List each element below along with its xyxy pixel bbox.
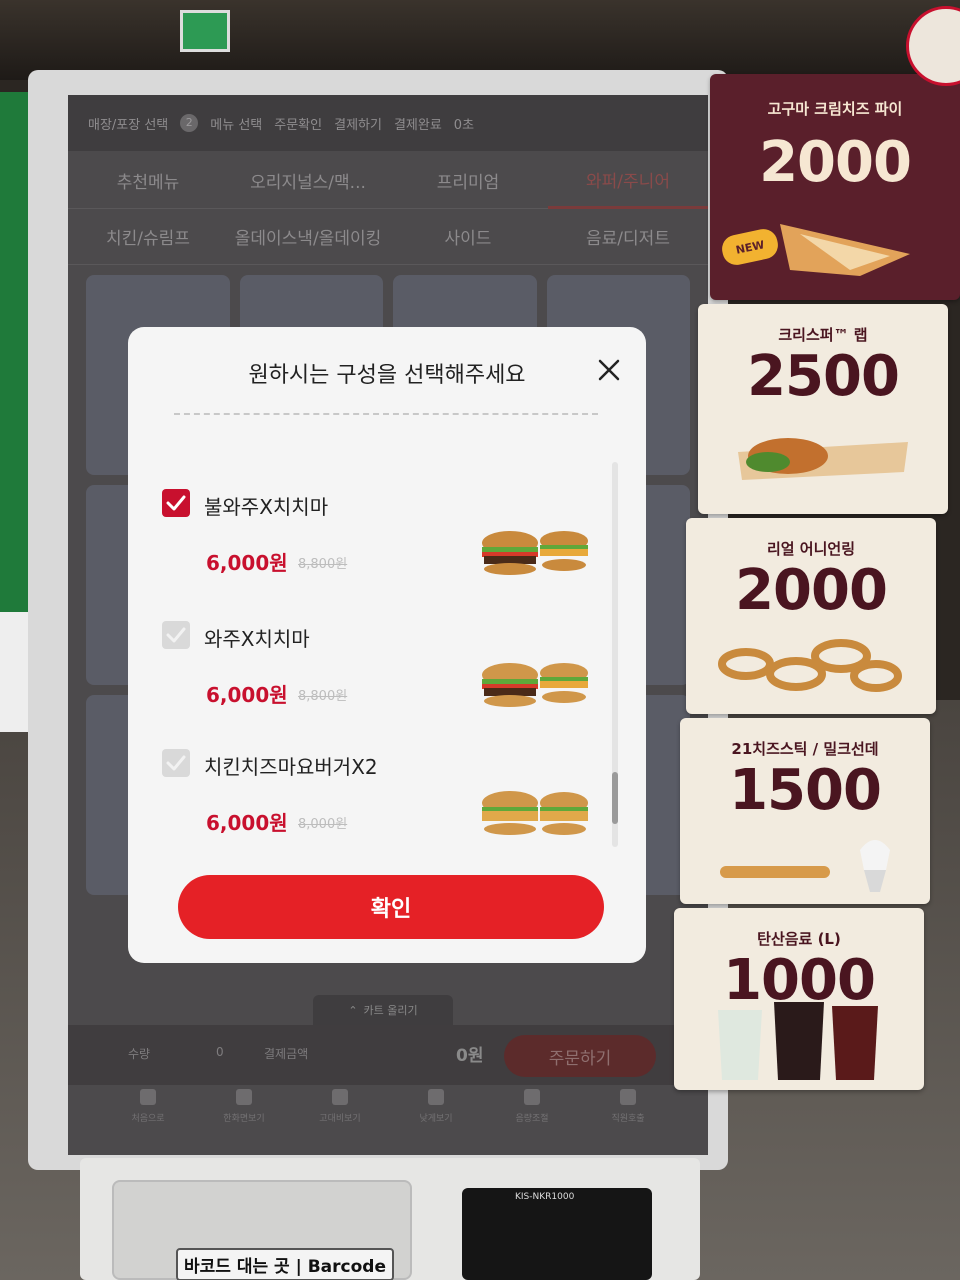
- nav-high-contrast[interactable]: 고대비보기: [300, 1089, 380, 1149]
- option-item[interactable]: 와주X치치마 6,000원 8,800원: [158, 589, 608, 719]
- home-icon: [140, 1089, 156, 1105]
- option-original-price: 8,800원: [298, 557, 348, 572]
- nav-label: 음량조절: [515, 1114, 549, 1124]
- step-complete: 결제완료: [393, 117, 442, 133]
- step-menu-select: 메뉴 선택: [210, 117, 263, 133]
- onion-rings-image: [718, 639, 902, 692]
- option-price: 6,000원: [206, 551, 288, 575]
- cart-bar: 수량 0 결제금액 0원 주문하기: [68, 1025, 708, 1085]
- tab-recommended[interactable]: 추천메뉴: [68, 153, 228, 209]
- accessibility-nav: 처음으로 한화면보기 고대비보기 낮게보기 음량조절 직원호출: [108, 1089, 668, 1149]
- speaker-icon: [524, 1089, 540, 1105]
- nav-full-view[interactable]: 한화면보기: [204, 1089, 284, 1149]
- promo-title: 크리스퍼™ 랩: [778, 326, 868, 344]
- promo-title: 21치즈스틱 / 밀크선데: [731, 740, 879, 758]
- option-original-price: 8,800원: [298, 689, 348, 704]
- total-value: 0원: [456, 1046, 484, 1066]
- option-name: 와주X치치마: [204, 627, 310, 651]
- cart-toggle-label: 카트 올리기: [363, 1004, 418, 1017]
- step-number: 2: [180, 114, 199, 132]
- promo-pie: 고구마 크림치즈 파이 2000 NEW: [710, 74, 960, 300]
- option-item[interactable]: 불와주X치치마 6,000원 8,800원: [158, 457, 608, 587]
- promo-title: 고구마 크림치즈 파이: [767, 100, 903, 118]
- option-scrollbar[interactable]: [612, 462, 618, 847]
- nav-home[interactable]: 처음으로: [108, 1089, 188, 1149]
- step-dine-option: 매장/포장 선택: [88, 117, 169, 133]
- contrast-icon: [332, 1089, 348, 1105]
- step-order-confirm: 주문확인: [274, 117, 323, 133]
- checkbox-unchecked[interactable]: [162, 749, 190, 777]
- check-icon: [166, 495, 186, 511]
- step-timer: 0초: [453, 117, 475, 133]
- nav-label: 고대비보기: [319, 1114, 361, 1124]
- promo-soda: 탄산음료 (L) 1000: [674, 908, 924, 1090]
- step-payment: 결제하기: [334, 117, 382, 133]
- modal-title: 원하시는 구성을 선택해주세요: [248, 363, 526, 388]
- tab-chicken-shrimp[interactable]: 치킨/슈림프: [68, 209, 228, 265]
- nav-call-staff[interactable]: 직원호출: [588, 1089, 668, 1149]
- checkbox-checked[interactable]: [162, 489, 190, 517]
- order-steps: 매장/포장 선택 2 메뉴 선택 주문확인 결제하기 결제완료 0초: [68, 95, 708, 151]
- option-name: 치킨치즈마요버거X2: [204, 755, 378, 779]
- option-list: 불와주X치치마 6,000원 8,800원 와주X치치마 6,000원 8,80…: [158, 457, 618, 847]
- cart-toggle-button[interactable]: ⌃ 카트 올리기: [313, 995, 453, 1025]
- order-button[interactable]: 주문하기: [504, 1035, 656, 1077]
- quantity-value: 0: [216, 1045, 224, 1059]
- nav-label: 낮게보기: [419, 1114, 453, 1124]
- option-item[interactable]: 치킨치즈마요버거X2 6,000원 8,000원: [158, 717, 608, 847]
- tab-side[interactable]: 사이드: [388, 209, 548, 265]
- soda-cups-image: [718, 1002, 878, 1080]
- nav-volume[interactable]: 음량조절: [492, 1089, 572, 1149]
- exit-sign: [180, 10, 230, 52]
- check-icon: [166, 627, 186, 643]
- promo-wrap: 크리스퍼™ 랩 2500: [698, 304, 948, 514]
- option-original-price: 8,000원: [298, 817, 348, 832]
- promo-price: 2500: [747, 344, 900, 409]
- checkbox-unchecked[interactable]: [162, 621, 190, 649]
- ceiling: [0, 0, 960, 80]
- nav-label: 처음으로: [131, 1114, 165, 1124]
- option-price: 6,000원: [206, 811, 288, 835]
- scrollbar-thumb[interactable]: [612, 772, 618, 824]
- check-icon: [166, 755, 186, 771]
- promo-onion-rings: 리얼 어니언링 2000: [686, 518, 936, 714]
- tab-originals[interactable]: 오리지널스/맥...: [228, 153, 388, 209]
- card-reader-label: KIS-NKR1000: [515, 1192, 575, 1202]
- cheese-stick-image: [720, 840, 890, 892]
- nav-label: 직원호출: [611, 1114, 645, 1124]
- promo-cheese-stick: 21치즈스틱 / 밀크선데 1500: [680, 718, 930, 904]
- nav-low-view[interactable]: 낮게보기: [396, 1089, 476, 1149]
- promo-price: 1500: [729, 758, 882, 823]
- close-icon[interactable]: [594, 355, 624, 385]
- burger-image: [482, 663, 588, 707]
- total-label: 결제금액: [264, 1047, 309, 1061]
- expand-icon: [236, 1089, 252, 1105]
- burger-image: [482, 791, 588, 835]
- chevron-up-icon: ⌃: [348, 1003, 358, 1017]
- promo-price: 2000: [759, 130, 912, 195]
- nav-label: 한화면보기: [223, 1114, 265, 1124]
- burger-image: [482, 531, 588, 575]
- confirm-button[interactable]: 확인: [178, 875, 604, 939]
- promo-title: 탄산음료 (L): [757, 930, 841, 948]
- wrap-image: [738, 438, 908, 480]
- low-view-icon: [428, 1089, 444, 1105]
- option-modal: 원하시는 구성을 선택해주세요 불와주X치치마 6,000원 8,800원 와주…: [128, 327, 646, 963]
- option-price: 6,000원: [206, 683, 288, 707]
- tab-premium[interactable]: 프리미엄: [388, 153, 548, 209]
- tab-allday[interactable]: 올데이스낵/올데이킹: [228, 209, 388, 265]
- modal-divider: [174, 413, 598, 415]
- category-tabs: 추천메뉴 오리지널스/맥... 프리미엄 와퍼/주니어 치킨/슈림프 올데이스낵…: [68, 153, 708, 269]
- promo-price: 2000: [735, 558, 888, 623]
- option-name: 불와주X치치마: [204, 495, 329, 519]
- bell-icon: [620, 1089, 636, 1105]
- quantity-label: 수량: [128, 1047, 151, 1061]
- barcode-label: 바코드 대는 곳 | Barcode: [176, 1248, 394, 1280]
- promo-title: 리얼 어니언링: [766, 540, 856, 558]
- promo-strip: 고구마 크림치즈 파이 2000 NEW 크리스퍼™ 랩 2500 리얼 어니언…: [672, 70, 960, 1090]
